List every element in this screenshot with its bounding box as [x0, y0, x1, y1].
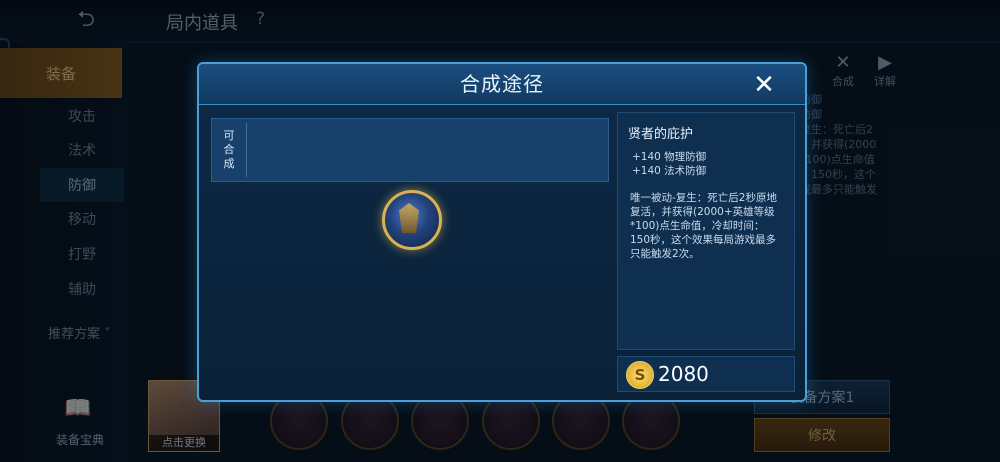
item-detail-panel: 贤者的庇护 +140 物理防御 +140 法术防御 唯一被动-复生：死亡后2秒原… [617, 112, 795, 350]
item-price: 2080 [658, 362, 709, 386]
item-icon-sages-sanctuary[interactable] [382, 190, 442, 250]
item-stat: +140 物理防御 [632, 151, 707, 163]
item-passive-description: 唯一被动-复生：死亡后2秒原地复活，并获得(2000+英雄等级*100)点生命值… [630, 192, 777, 260]
gold-coin-icon: S [626, 361, 654, 389]
item-stat: +140 法术防御 [632, 165, 707, 177]
combine-path-modal: 合成途径 ✕ 可 合 成 贤者的庇护 +140 物理防御 +140 法术防御 唯… [197, 62, 807, 402]
combinable-label: 可 合 成 [212, 123, 247, 177]
price-bar: S 2080 [617, 356, 795, 392]
close-icon: ✕ [753, 70, 775, 100]
close-button[interactable]: ✕ [747, 68, 781, 102]
combinable-items-row: 可 合 成 [211, 118, 609, 182]
modal-title: 合成途径 [460, 72, 544, 96]
item-name: 贤者的庇护 [628, 127, 694, 142]
